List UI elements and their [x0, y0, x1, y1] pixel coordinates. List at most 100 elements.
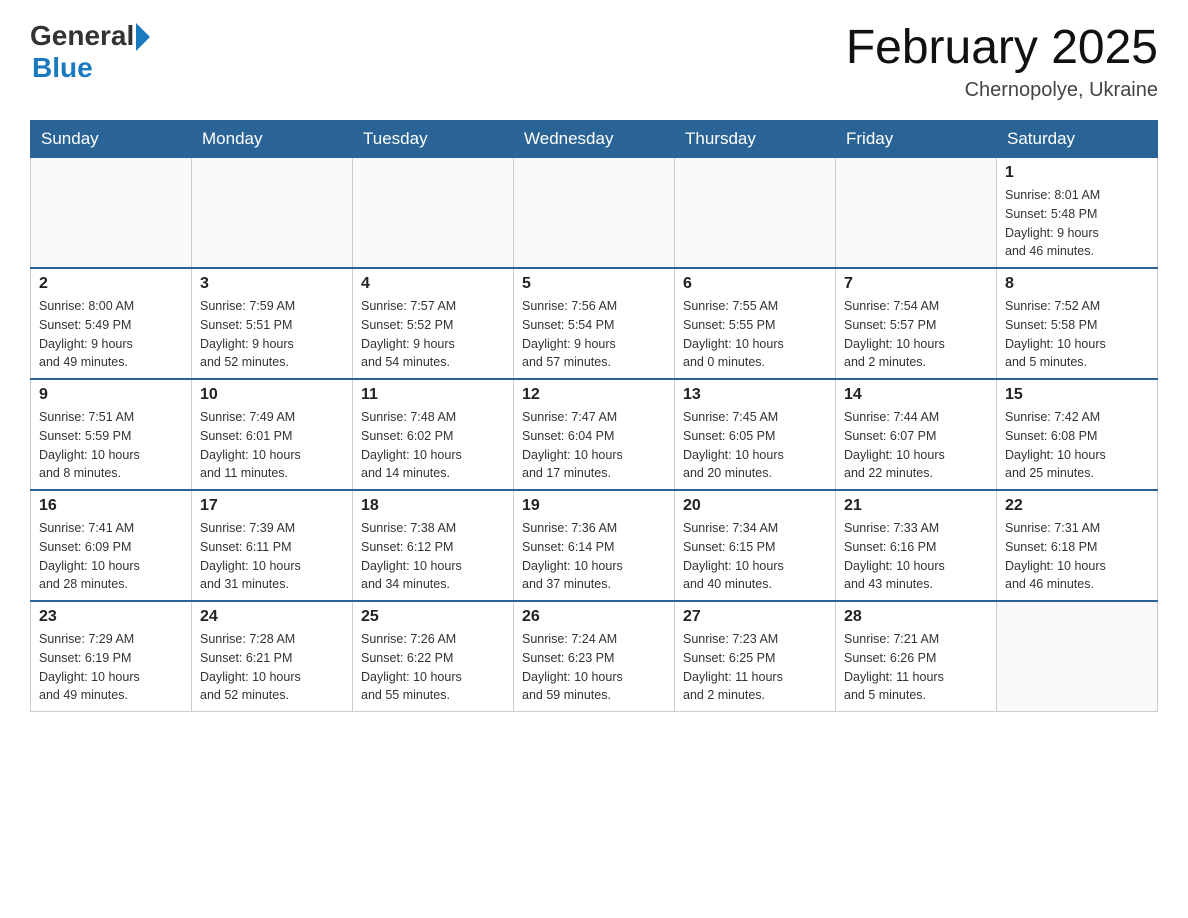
calendar-cell: 13Sunrise: 7:45 AMSunset: 6:05 PMDayligh…	[675, 379, 836, 490]
day-info: Sunrise: 7:36 AMSunset: 6:14 PMDaylight:…	[522, 519, 666, 594]
calendar-cell	[836, 158, 997, 269]
calendar-cell	[192, 158, 353, 269]
day-info: Sunrise: 7:23 AMSunset: 6:25 PMDaylight:…	[683, 630, 827, 705]
weekday-header-tuesday: Tuesday	[353, 121, 514, 158]
day-number: 12	[522, 386, 666, 404]
day-info: Sunrise: 8:01 AMSunset: 5:48 PMDaylight:…	[1005, 186, 1149, 261]
day-number: 4	[361, 275, 505, 293]
day-info: Sunrise: 7:33 AMSunset: 6:16 PMDaylight:…	[844, 519, 988, 594]
calendar-cell: 19 Sunrise: 7:36 AMSunset: 6:14 PMDayligh…	[514, 490, 675, 601]
day-info: Sunrise: 7:28 AMSunset: 6:21 PMDaylight:…	[200, 630, 344, 705]
logo: General Blue	[30, 20, 150, 84]
calendar-cell: 18 Sunrise: 7:38 AMSunset: 6:12 PMDayligh…	[353, 490, 514, 601]
logo-general-text: General	[30, 20, 134, 52]
day-info: Sunrise: 7:31 AMSunset: 6:18 PMDaylight:…	[1005, 519, 1149, 594]
calendar-cell	[675, 158, 836, 269]
day-info: Sunrise: 7:39 AMSunset: 6:11 PMDaylight:…	[200, 519, 344, 594]
calendar-cell	[997, 601, 1158, 712]
day-info: Sunrise: 7:26 AMSunset: 6:22 PMDaylight:…	[361, 630, 505, 705]
day-number: 15	[1005, 386, 1149, 404]
week-row-2: 2Sunrise: 8:00 AMSunset: 5:49 PMDaylight…	[31, 268, 1158, 379]
logo-blue-text: Blue	[32, 52, 150, 84]
day-info: Sunrise: 7:48 AMSunset: 6:02 PMDaylight:…	[361, 408, 505, 483]
day-number: 7	[844, 275, 988, 293]
calendar-cell: 15 Sunrise: 7:42 AMSunset: 6:08 PMDayligh…	[997, 379, 1158, 490]
day-info: Sunrise: 7:34 AMSunset: 6:15 PMDaylight:…	[683, 519, 827, 594]
day-number: 20	[683, 497, 827, 515]
weekday-header-wednesday: Wednesday	[514, 121, 675, 158]
weekday-header-row: SundayMondayTuesdayWednesdayThursdayFrid…	[31, 121, 1158, 158]
calendar-cell: 10 Sunrise: 7:49 AMSunset: 6:01 PMDayligh…	[192, 379, 353, 490]
day-number: 14	[844, 386, 988, 404]
day-info: Sunrise: 7:56 AMSunset: 5:54 PMDaylight:…	[522, 297, 666, 372]
day-info: Sunrise: 7:49 AMSunset: 6:01 PMDaylight:…	[200, 408, 344, 483]
day-info: Sunrise: 7:29 AMSunset: 6:19 PMDaylight:…	[39, 630, 183, 705]
day-info: Sunrise: 7:57 AMSunset: 5:52 PMDaylight:…	[361, 297, 505, 372]
calendar-cell: 2Sunrise: 8:00 AMSunset: 5:49 PMDaylight…	[31, 268, 192, 379]
calendar-cell: 23 Sunrise: 7:29 AMSunset: 6:19 PMDayligh…	[31, 601, 192, 712]
day-info: Sunrise: 7:44 AMSunset: 6:07 PMDaylight:…	[844, 408, 988, 483]
day-number: 10	[200, 386, 344, 404]
calendar-cell: 6 Sunrise: 7:55 AMSunset: 5:55 PMDaylight…	[675, 268, 836, 379]
day-number: 6	[683, 275, 827, 293]
calendar-cell	[514, 158, 675, 269]
day-info: Sunrise: 7:38 AMSunset: 6:12 PMDaylight:…	[361, 519, 505, 594]
weekday-header-saturday: Saturday	[997, 121, 1158, 158]
day-number: 24	[200, 608, 344, 626]
day-number: 1	[1005, 164, 1149, 182]
day-number: 11	[361, 386, 505, 404]
day-info: Sunrise: 7:42 AMSunset: 6:08 PMDaylight:…	[1005, 408, 1149, 483]
day-number: 17	[200, 497, 344, 515]
weekday-header-sunday: Sunday	[31, 121, 192, 158]
calendar-cell: 21 Sunrise: 7:33 AMSunset: 6:16 PMDayligh…	[836, 490, 997, 601]
day-number: 25	[361, 608, 505, 626]
calendar-cell: 20 Sunrise: 7:34 AMSunset: 6:15 PMDayligh…	[675, 490, 836, 601]
calendar-cell: 27 Sunrise: 7:23 AMSunset: 6:25 PMDayligh…	[675, 601, 836, 712]
day-info: Sunrise: 7:47 AMSunset: 6:04 PMDaylight:…	[522, 408, 666, 483]
day-info: Sunrise: 7:59 AMSunset: 5:51 PMDaylight:…	[200, 297, 344, 372]
calendar-cell: 3 Sunrise: 7:59 AMSunset: 5:51 PMDaylight…	[192, 268, 353, 379]
calendar-cell: 12 Sunrise: 7:47 AMSunset: 6:04 PMDayligh…	[514, 379, 675, 490]
title-section: February 2025 Chernopolye, Ukraine	[846, 20, 1158, 102]
day-info: Sunrise: 7:41 AMSunset: 6:09 PMDaylight:…	[39, 519, 183, 594]
day-number: 5	[522, 275, 666, 293]
weekday-header-thursday: Thursday	[675, 121, 836, 158]
calendar-cell: 22 Sunrise: 7:31 AMSunset: 6:18 PMDayligh…	[997, 490, 1158, 601]
page-header: General Blue February 2025 Chernopolye, …	[30, 20, 1158, 102]
day-number: 28	[844, 608, 988, 626]
day-number: 16	[39, 497, 183, 515]
day-number: 3	[200, 275, 344, 293]
week-row-4: 16 Sunrise: 7:41 AMSunset: 6:09 PMDayligh…	[31, 490, 1158, 601]
calendar-cell: 14 Sunrise: 7:44 AMSunset: 6:07 PMDayligh…	[836, 379, 997, 490]
calendar-cell: 9Sunrise: 7:51 AMSunset: 5:59 PMDaylight…	[31, 379, 192, 490]
calendar-table: SundayMondayTuesdayWednesdayThursdayFrid…	[30, 120, 1158, 712]
calendar-cell: 25 Sunrise: 7:26 AMSunset: 6:22 PMDayligh…	[353, 601, 514, 712]
day-info: Sunrise: 7:55 AMSunset: 5:55 PMDaylight:…	[683, 297, 827, 372]
day-number: 18	[361, 497, 505, 515]
day-number: 19	[522, 497, 666, 515]
day-info: Sunrise: 7:51 AMSunset: 5:59 PMDaylight:…	[39, 408, 183, 483]
calendar-cell	[31, 158, 192, 269]
weekday-header-friday: Friday	[836, 121, 997, 158]
day-info: Sunrise: 7:54 AMSunset: 5:57 PMDaylight:…	[844, 297, 988, 372]
calendar-cell: 4 Sunrise: 7:57 AMSunset: 5:52 PMDaylight…	[353, 268, 514, 379]
day-info: Sunrise: 7:21 AMSunset: 6:26 PMDaylight:…	[844, 630, 988, 705]
calendar-cell: 16 Sunrise: 7:41 AMSunset: 6:09 PMDayligh…	[31, 490, 192, 601]
day-number: 2	[39, 275, 183, 293]
week-row-5: 23 Sunrise: 7:29 AMSunset: 6:19 PMDayligh…	[31, 601, 1158, 712]
day-number: 21	[844, 497, 988, 515]
day-number: 23	[39, 608, 183, 626]
calendar-cell: 5 Sunrise: 7:56 AMSunset: 5:54 PMDaylight…	[514, 268, 675, 379]
day-number: 27	[683, 608, 827, 626]
day-number: 26	[522, 608, 666, 626]
weekday-header-monday: Monday	[192, 121, 353, 158]
calendar-title: February 2025	[846, 20, 1158, 75]
day-info: Sunrise: 7:52 AMSunset: 5:58 PMDaylight:…	[1005, 297, 1149, 372]
week-row-1: 1 Sunrise: 8:01 AMSunset: 5:48 PMDaylight…	[31, 158, 1158, 269]
calendar-cell: 24 Sunrise: 7:28 AMSunset: 6:21 PMDayligh…	[192, 601, 353, 712]
day-info: Sunrise: 7:24 AMSunset: 6:23 PMDaylight:…	[522, 630, 666, 705]
day-info: Sunrise: 7:45 AMSunset: 6:05 PMDaylight:…	[683, 408, 827, 483]
logo-arrow-icon	[136, 23, 150, 51]
calendar-cell: 7 Sunrise: 7:54 AMSunset: 5:57 PMDaylight…	[836, 268, 997, 379]
day-number: 22	[1005, 497, 1149, 515]
